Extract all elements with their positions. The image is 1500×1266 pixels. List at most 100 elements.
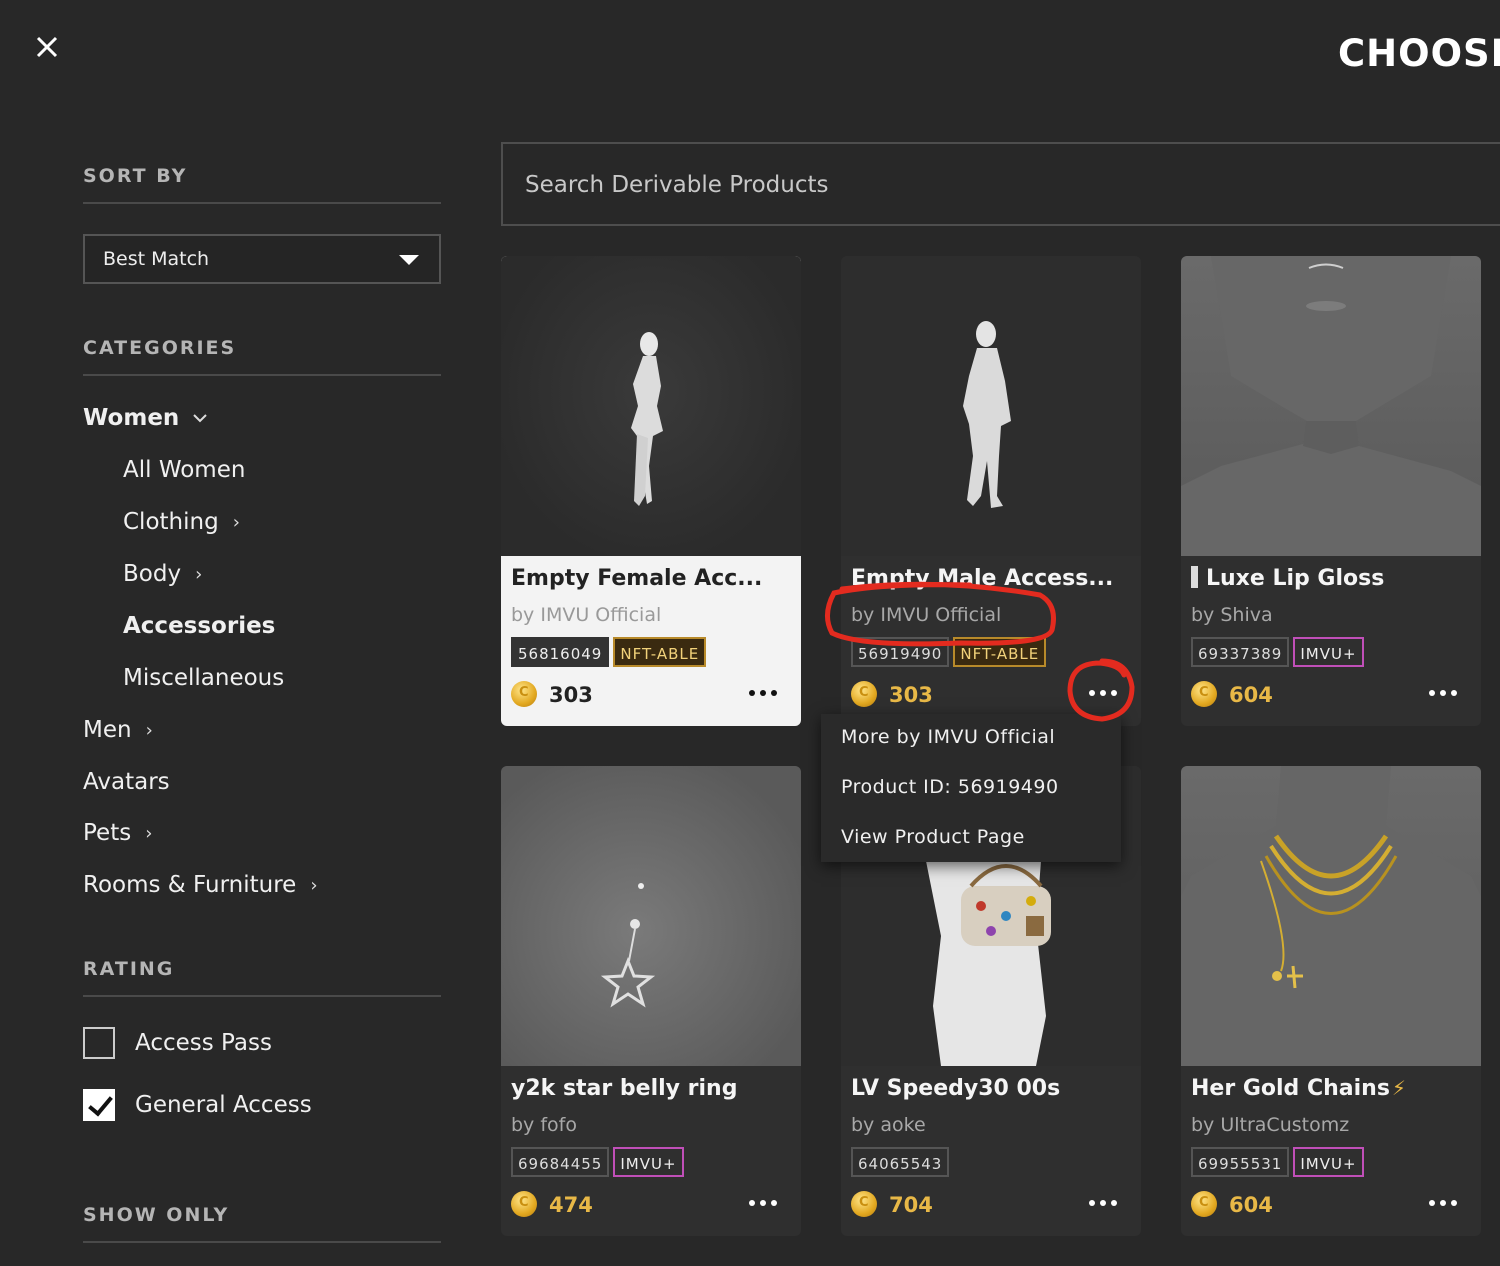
chevron-right-icon: › <box>310 874 318 896</box>
imvu-plus-badge: IMVU+ <box>1293 1147 1364 1177</box>
category-avatars[interactable]: Avatars <box>83 769 170 795</box>
product-card[interactable]: Empty Female Acc... by IMVU Official 568… <box>501 256 801 726</box>
search-box[interactable] <box>501 142 1500 226</box>
product-thumbnail <box>1181 256 1481 556</box>
product-price: 604 <box>1229 683 1273 707</box>
checkbox-label: General Access <box>135 1092 312 1118</box>
category-label: Miscellaneous <box>123 665 285 691</box>
dot-icon <box>1111 1200 1117 1206</box>
search-input[interactable] <box>523 162 1427 208</box>
rating-heading: RATING <box>83 958 175 980</box>
product-author: by aoke <box>851 1114 926 1136</box>
star-belly-ring-image <box>600 883 656 1008</box>
more-options-button[interactable] <box>743 1186 783 1220</box>
dot-icon <box>1451 1200 1457 1206</box>
more-options-button[interactable] <box>1423 1186 1463 1220</box>
menu-item-product-id[interactable]: Product ID: 56919490 <box>841 776 1059 798</box>
chevron-right-icon: › <box>232 511 240 533</box>
product-context-menu: More by IMVU Official Product ID: 569194… <box>821 714 1121 862</box>
categories-heading: CATEGORIES <box>83 337 237 359</box>
product-title: Luxe Lip Gloss <box>1191 566 1476 591</box>
category-pets[interactable]: Pets › <box>83 820 152 846</box>
divider <box>83 202 441 204</box>
dot-icon <box>1100 1200 1106 1206</box>
product-title: Her Gold Chains ⚡ <box>1191 1076 1476 1101</box>
female-avatar-mannequin-image <box>631 332 663 506</box>
product-card[interactable]: Her Gold Chains ⚡ by UltraCustomz 6995553… <box>1181 766 1481 1236</box>
product-card[interactable]: Luxe Lip Gloss by Shiva 69337389 IMVU+ 6… <box>1181 256 1481 726</box>
more-options-button[interactable] <box>743 676 783 710</box>
product-card[interactable]: y2k star belly ring by fofo 69684455 IMV… <box>501 766 801 1236</box>
product-price: 704 <box>889 1193 933 1217</box>
product-id-badge: 56919490 <box>851 637 950 667</box>
dot-icon <box>1440 690 1446 696</box>
category-rooms-furniture[interactable]: Rooms & Furniture › <box>83 872 318 898</box>
category-label: Body <box>123 561 182 587</box>
credits-coin-icon <box>1191 681 1217 707</box>
dot-icon <box>771 1200 777 1206</box>
product-thumbnail <box>1181 766 1481 1066</box>
dot-icon <box>1429 690 1435 696</box>
credits-coin-icon <box>1191 1191 1217 1217</box>
category-women[interactable]: Women <box>83 405 209 431</box>
general-access-filter[interactable]: General Access <box>83 1089 312 1121</box>
category-label: Clothing <box>123 509 219 535</box>
category-label: Accessories <box>123 613 276 639</box>
access-pass-checkbox[interactable] <box>83 1027 115 1059</box>
product-price: 303 <box>889 683 933 707</box>
divider <box>83 374 441 376</box>
menu-item-view-product-page[interactable]: View Product Page <box>841 826 1025 848</box>
product-price: 604 <box>1229 1193 1273 1217</box>
access-pass-filter[interactable]: Access Pass <box>83 1027 272 1059</box>
product-thumbnail <box>501 256 801 556</box>
dot-icon <box>771 690 777 696</box>
credits-coin-icon <box>851 1191 877 1217</box>
product-id-badge: 69955531 <box>1191 1147 1290 1177</box>
dot-icon <box>749 690 755 696</box>
category-label: Women <box>83 405 180 431</box>
more-options-button[interactable] <box>1423 676 1463 710</box>
caret-down-icon <box>399 255 419 265</box>
page-title: CHOOSE <box>1338 32 1500 75</box>
close-icon <box>36 36 58 58</box>
product-thumbnail <box>841 256 1141 556</box>
nft-badge: NFT-ABLE <box>613 637 707 667</box>
chevron-right-icon: › <box>145 719 153 741</box>
dot-icon <box>1089 1200 1095 1206</box>
product-title: Empty Female Acc... <box>511 566 763 591</box>
product-author: by Shiva <box>1191 604 1273 626</box>
product-price: 474 <box>549 1193 593 1217</box>
divider <box>83 1241 441 1243</box>
category-label: Men <box>83 717 132 743</box>
general-access-checkbox[interactable] <box>83 1089 115 1121</box>
product-title: Empty Male Access... <box>851 566 1114 591</box>
nft-badge: NFT-ABLE <box>953 637 1047 667</box>
category-men[interactable]: Men › <box>83 717 153 743</box>
product-thumbnail <box>501 766 801 1066</box>
dot-icon <box>1440 1200 1446 1206</box>
chevron-down-icon <box>193 414 208 423</box>
category-clothing[interactable]: Clothing › <box>123 509 240 535</box>
category-body[interactable]: Body › <box>123 561 202 587</box>
more-options-button[interactable] <box>1083 1186 1123 1220</box>
product-card[interactable]: Empty Male Access... by IMVU Official 56… <box>841 256 1141 726</box>
product-author: by fofo <box>511 1114 577 1136</box>
dot-icon <box>760 1200 766 1206</box>
product-id-badge: 69684455 <box>511 1147 610 1177</box>
credits-coin-icon <box>511 1191 537 1217</box>
sort-dropdown[interactable]: Best Match <box>83 234 441 284</box>
product-id-badge: 56816049 <box>511 637 610 667</box>
dot-icon <box>1089 690 1095 696</box>
product-title: LV Speedy30 00s <box>851 1076 1061 1101</box>
category-all-women[interactable]: All Women <box>123 457 245 483</box>
more-options-button[interactable] <box>1083 676 1123 710</box>
close-button[interactable] <box>30 30 64 64</box>
category-accessories[interactable]: Accessories <box>123 613 275 639</box>
category-miscellaneous[interactable]: Miscellaneous <box>123 665 284 691</box>
lip-gloss-face-image <box>1181 256 1481 556</box>
product-author: by UltraCustomz <box>1191 1114 1350 1136</box>
product-author: by IMVU Official <box>851 604 1002 626</box>
show-only-heading: SHOW ONLY <box>83 1204 230 1226</box>
category-label: Rooms & Furniture <box>83 872 297 898</box>
menu-item-more-by-creator[interactable]: More by IMVU Official <box>841 726 1055 748</box>
